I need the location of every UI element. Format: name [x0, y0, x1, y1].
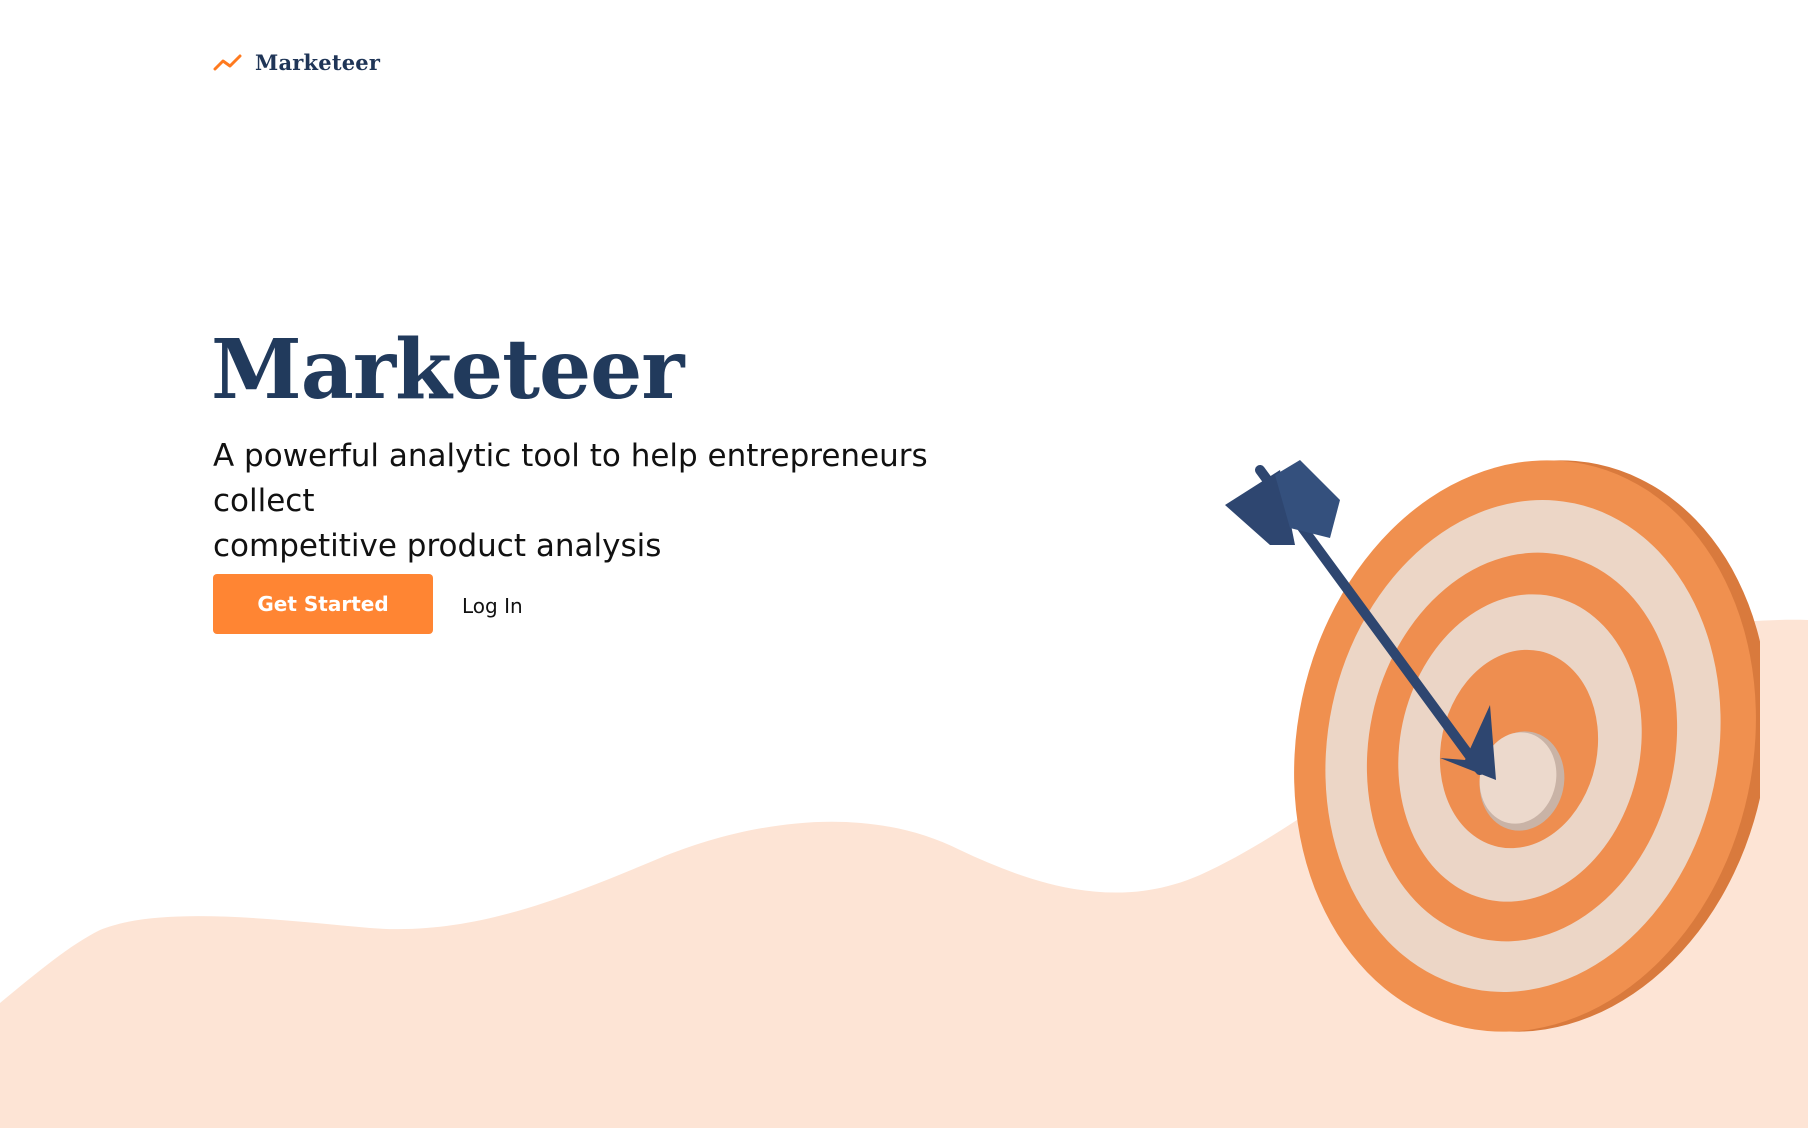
trend-line-icon	[213, 54, 242, 70]
hero-subtitle: A powerful analytic tool to help entrepr…	[213, 434, 1033, 569]
target-with-arrow-icon	[1225, 460, 1760, 1032]
hero-subtitle-line-2: competitive product analysis	[213, 528, 662, 564]
get-started-button[interactable]: Get Started	[213, 574, 433, 634]
top-nav: Marketeer	[213, 50, 380, 75]
hero-title: Marketeer	[211, 322, 685, 418]
log-in-link[interactable]: Log In	[462, 590, 523, 618]
cta-row: Get Started Log In	[213, 574, 523, 634]
hero-subtitle-line-1: A powerful analytic tool to help entrepr…	[213, 438, 928, 519]
nav-brand[interactable]: Marketeer	[255, 50, 380, 75]
landing-page: Marketeer Marketeer A powerful analytic …	[0, 0, 1808, 1128]
